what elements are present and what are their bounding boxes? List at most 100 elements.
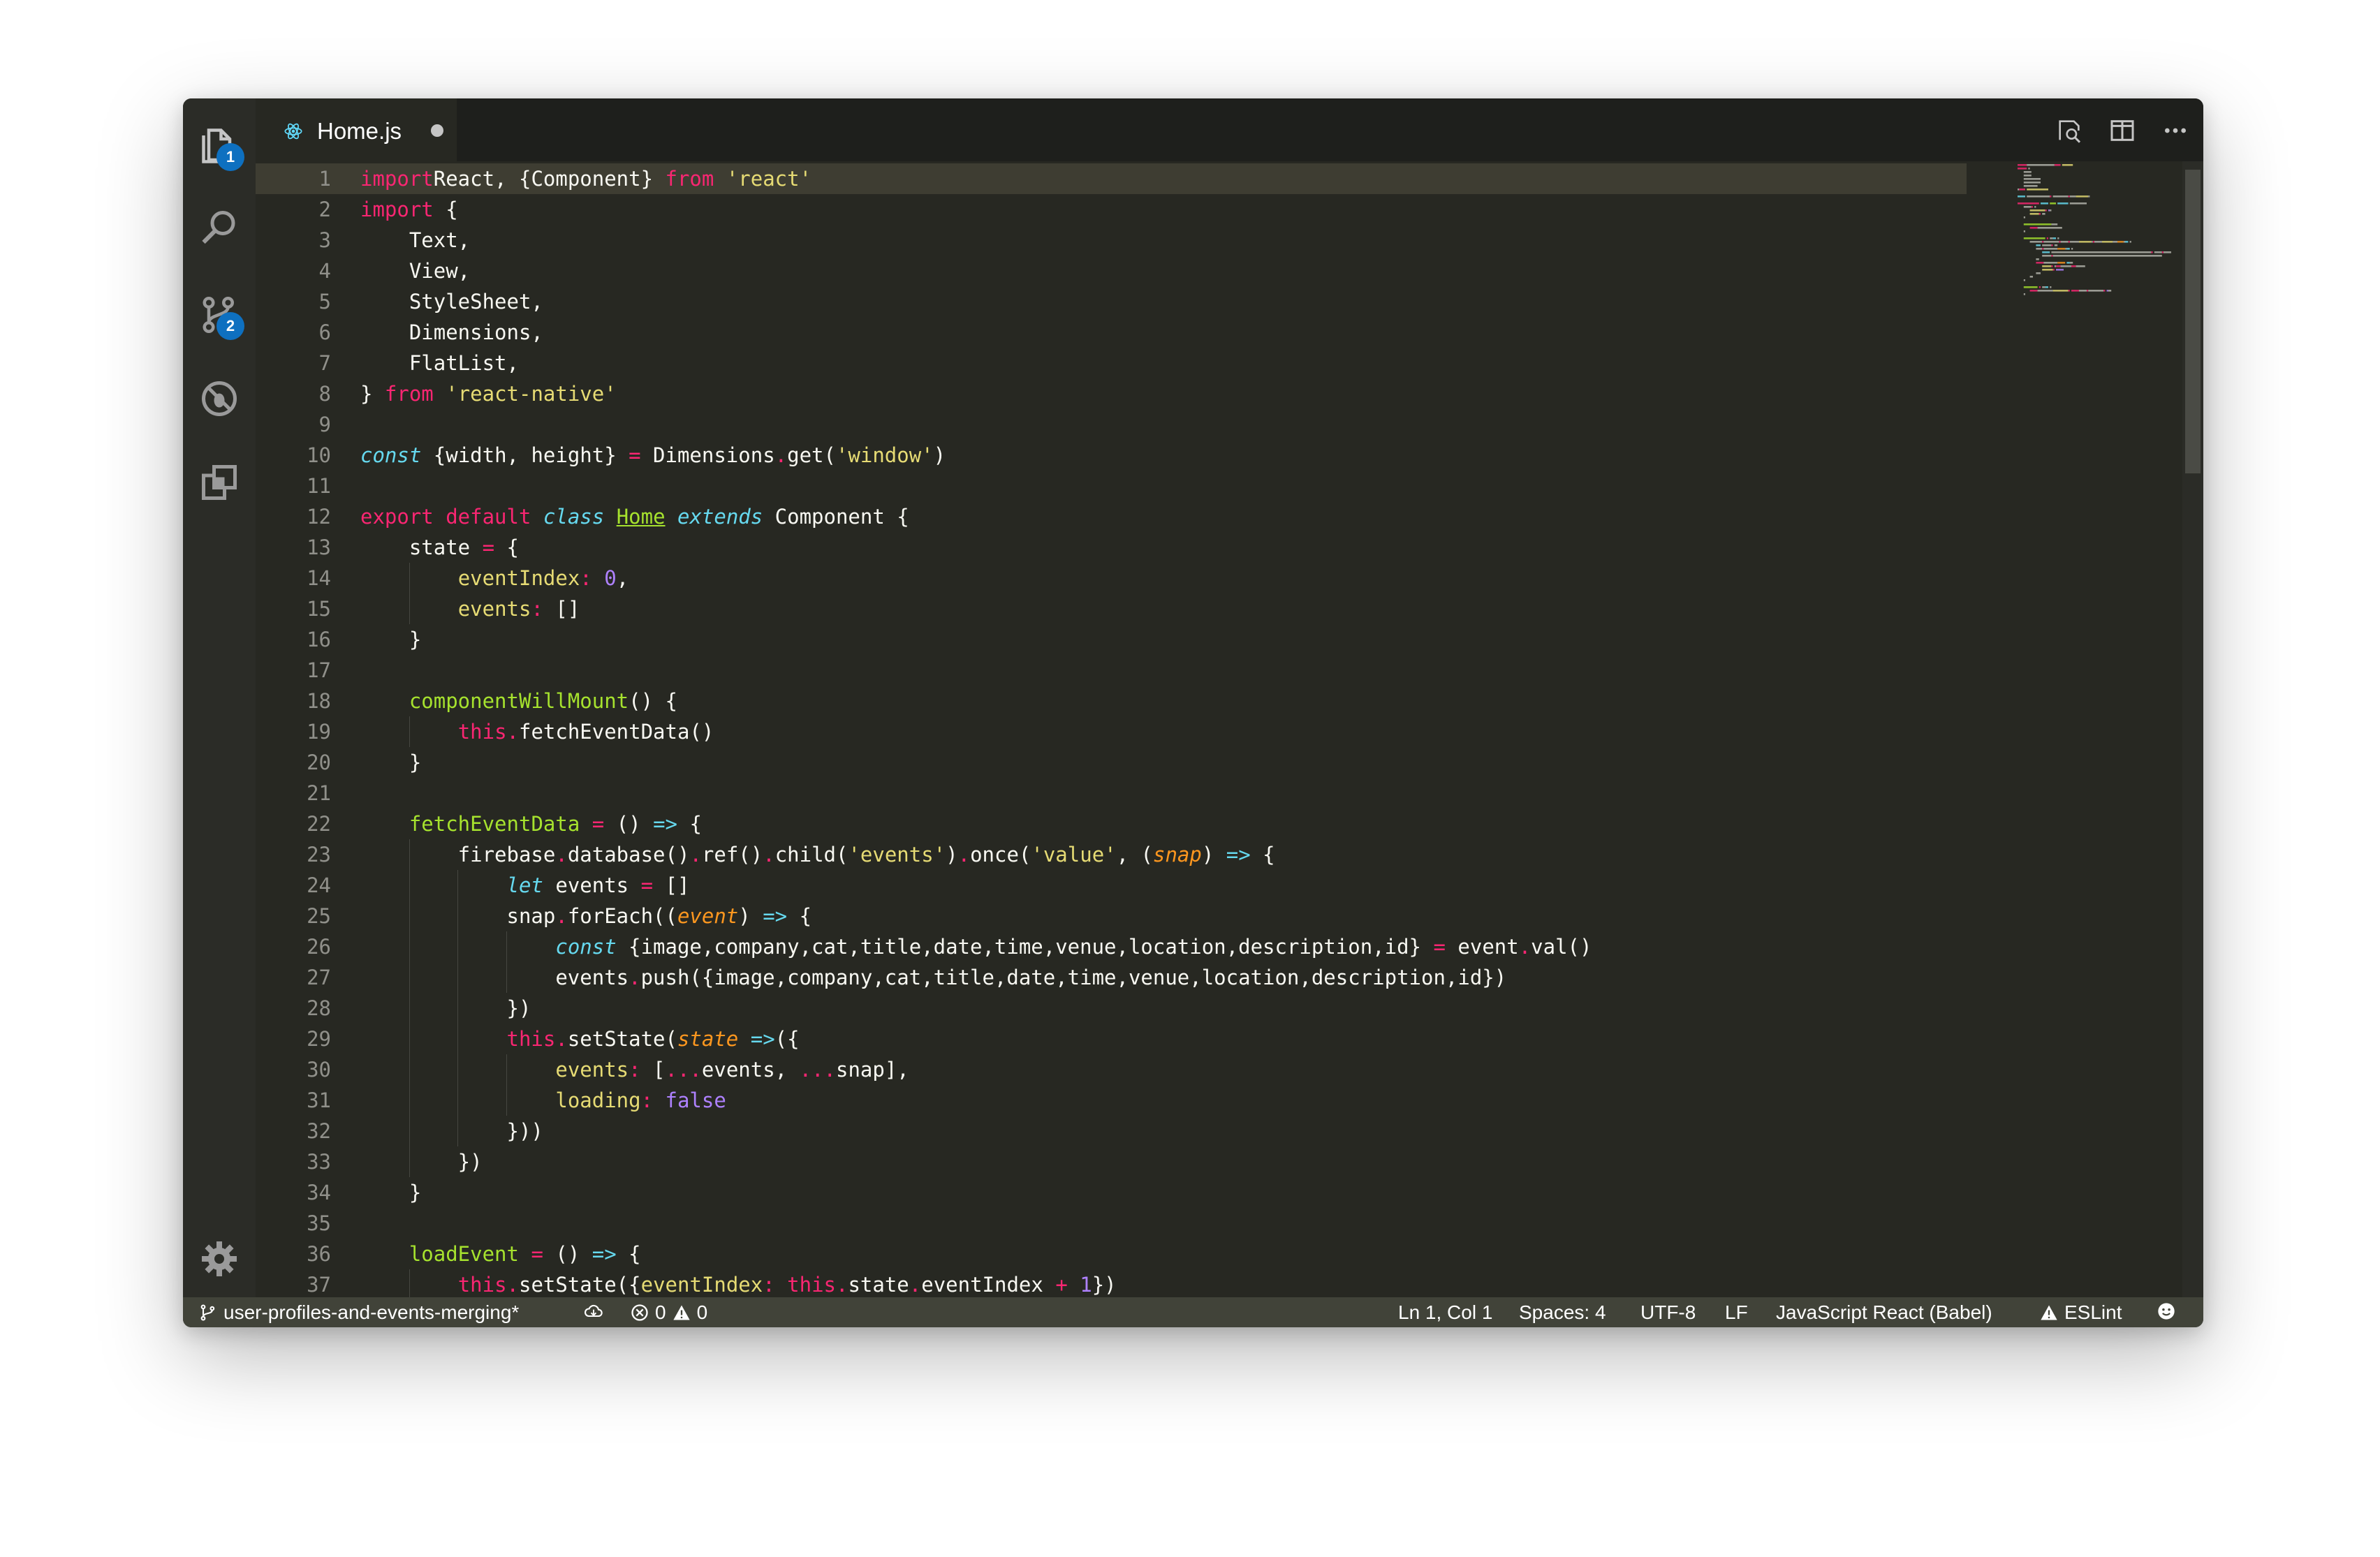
code-line[interactable]: 10 const {width, height} = Dimensions.get…: [256, 440, 1967, 471]
code-line[interactable]: 31 loading: false: [256, 1085, 1967, 1116]
code-line[interactable]: 35: [256, 1208, 1967, 1239]
more-actions-button[interactable]: [2160, 115, 2191, 146]
code-token: =>: [653, 812, 677, 836]
code-text: View,: [360, 256, 470, 286]
scrollbar-thumb[interactable]: [2185, 170, 2201, 473]
code-text: this.setState({eventIndex: this.state.ev…: [360, 1269, 1117, 1300]
code-token: loadEvent: [409, 1242, 519, 1266]
code-line[interactable]: 33 }): [256, 1146, 1967, 1177]
code-line[interactable]: 13 state = {: [256, 532, 1967, 563]
code-line[interactable]: 9: [256, 409, 1967, 440]
code-line[interactable]: 7 FlatList,: [256, 348, 1967, 378]
code-line[interactable]: 15 events: []: [256, 593, 1967, 624]
code-line[interactable]: 3 Text,: [256, 225, 1967, 256]
minimap-line: [2050, 195, 2052, 198]
code-token: 'events': [848, 843, 946, 866]
tab-home-js[interactable]: Home.js: [256, 98, 457, 161]
unsaved-dot[interactable]: [431, 124, 443, 137]
feedback-button[interactable]: [2157, 1301, 2176, 1321]
language-mode[interactable]: JavaScript React (Babel): [1776, 1301, 1992, 1324]
source-control-button[interactable]: 2: [194, 290, 244, 340]
code-text: }: [360, 1177, 421, 1208]
code-text: loadEvent = () => {: [360, 1239, 641, 1269]
activity-bar: 1 2: [183, 98, 256, 1297]
code-line[interactable]: 36 loadEvent = () => {: [256, 1239, 1967, 1269]
code-token: events: [555, 1058, 629, 1082]
minimap-line: [2117, 241, 2124, 243]
code-line[interactable]: 30 events: [...events, ...snap],: [256, 1054, 1967, 1085]
line-number: 26: [307, 935, 331, 959]
code-line[interactable]: 29 this.setState(state =>({: [256, 1024, 1967, 1054]
code-line[interactable]: 26 const {image,company,cat,title,date,t…: [256, 931, 1967, 962]
minimap-line: [2125, 241, 2129, 243]
minimap-line: [2051, 255, 2053, 257]
code-text: import {: [360, 194, 458, 225]
debug-button[interactable]: [194, 374, 244, 424]
branch-status[interactable]: user-profiles-and-events-merging*: [198, 1301, 519, 1324]
code-line[interactable]: 34 }: [256, 1177, 1967, 1208]
code-token: 'value': [1031, 843, 1117, 866]
code-line[interactable]: 16 }: [256, 624, 1967, 655]
minimap-line: [2087, 290, 2089, 292]
minimap-line: [2052, 195, 2069, 198]
minimap[interactable]: [2015, 161, 2175, 455]
code-token: []: [653, 873, 690, 897]
code-token: eventIndex: [921, 1273, 1056, 1297]
minimap-line: [2102, 241, 2113, 243]
settings-button[interactable]: [194, 1234, 244, 1284]
explorer-button[interactable]: 1: [194, 121, 244, 171]
open-changes-button[interactable]: [2054, 115, 2085, 146]
language-mode-text: JavaScript React (Babel): [1776, 1301, 1992, 1323]
code-line[interactable]: 32 })): [256, 1116, 1967, 1146]
code-line[interactable]: 25 snap.forEach((event) => {: [256, 901, 1967, 931]
code-token: :: [763, 1273, 775, 1297]
code-line[interactable]: 19 this.fetchEventData(): [256, 716, 1967, 747]
code-line[interactable]: 8} from 'react-native': [256, 378, 1967, 409]
indentation[interactable]: Spaces: 4: [1519, 1301, 1606, 1324]
line-number: 14: [307, 566, 331, 590]
code-token: snap],: [835, 1058, 909, 1082]
code-line[interactable]: 37 this.setState({eventIndex: this.state…: [256, 1269, 1967, 1300]
line-number: 10: [307, 443, 331, 467]
minimap-line: [2060, 265, 2071, 267]
eslint-status[interactable]: ESLint: [2039, 1301, 2122, 1324]
encoding[interactable]: UTF-8: [1640, 1301, 1696, 1324]
extensions-button[interactable]: [194, 457, 244, 508]
code-line[interactable]: 22 fetchEventData = () => {: [256, 809, 1967, 839]
code-line[interactable]: 23 firebase.database().ref().child('even…: [256, 839, 1967, 870]
code-line[interactable]: 21: [256, 778, 1967, 809]
code-line[interactable]: 27 events.push({image,company,cat,title,…: [256, 962, 1967, 993]
code-line[interactable]: 24 let events = []: [256, 870, 1967, 901]
code-line[interactable]: 1 importReact, {Component} from 'react': [256, 163, 1967, 194]
code-token: componentWillMount: [409, 689, 629, 713]
code-token: extends: [677, 505, 763, 529]
split-editor-button[interactable]: [2107, 115, 2138, 146]
code-line[interactable]: 5 StyleSheet,: [256, 286, 1967, 317]
code-line[interactable]: 18 componentWillMount() {: [256, 686, 1967, 716]
minimap-line: [2023, 178, 2041, 180]
code-line[interactable]: 14 eventIndex: 0,: [256, 563, 1967, 593]
code-line[interactable]: 20 }: [256, 747, 1967, 778]
minimap-line: [2068, 241, 2070, 243]
code-token: let: [506, 873, 543, 897]
problems-status[interactable]: 0 0: [630, 1301, 707, 1324]
code-line[interactable]: 6 Dimensions,: [256, 317, 1967, 348]
code-text: StyleSheet,: [360, 286, 543, 317]
search-button[interactable]: [194, 203, 244, 253]
code-line[interactable]: 4 View,: [256, 256, 1967, 286]
code-line[interactable]: 17: [256, 655, 1967, 686]
sync-button[interactable]: [584, 1301, 603, 1321]
minimap-line: [2108, 290, 2112, 292]
end-of-line[interactable]: LF: [1725, 1301, 1748, 1324]
code-line[interactable]: 11: [256, 471, 1967, 501]
code-line[interactable]: 12 export default class Home extends Comp…: [256, 501, 1967, 532]
cursor-position[interactable]: Ln 1, Col 1: [1398, 1301, 1492, 1324]
vertical-scrollbar[interactable]: [2182, 161, 2203, 1297]
cursor-position-text: Ln 1, Col 1: [1398, 1301, 1493, 1323]
code-line[interactable]: 2 import {: [256, 194, 1967, 225]
code-editor[interactable]: 1 importReact, {Component} from 'react' 2 i…: [256, 161, 2203, 1327]
code-line[interactable]: 28 }): [256, 993, 1967, 1024]
